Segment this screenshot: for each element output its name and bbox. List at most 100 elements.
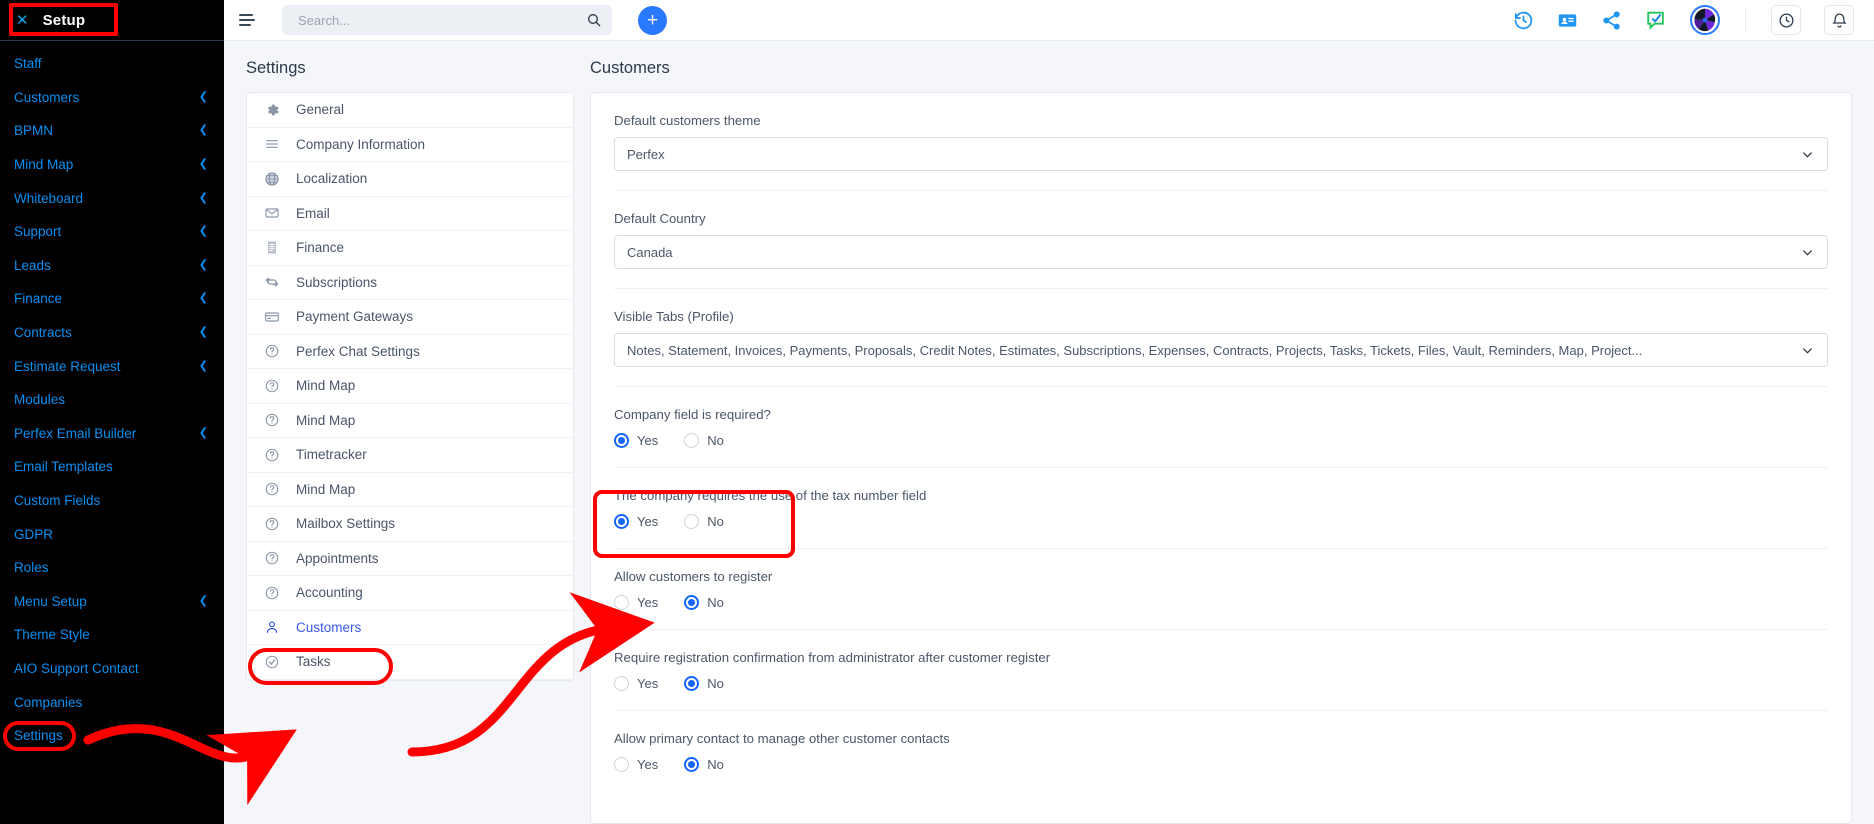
close-icon[interactable]: ✕: [16, 13, 29, 28]
sidebar-item-email-templates[interactable]: Email Templates: [0, 450, 224, 484]
radio-require-registration-confirmation-from-administrator-after-customer-register-yes[interactable]: Yes: [614, 676, 658, 691]
radio-allow-customers-to-register-yes[interactable]: Yes: [614, 595, 658, 610]
settings-item-tasks[interactable]: Tasks: [247, 645, 573, 680]
sidebar-item-aio-support-contact[interactable]: AIO Support Contact: [0, 652, 224, 686]
sidebar-item-modules[interactable]: Modules: [0, 383, 224, 417]
chevron-left-icon[interactable]: ❮: [199, 427, 208, 439]
bell-icon[interactable]: [1824, 5, 1854, 35]
radio-allow-primary-contact-to-manage-other-customer-contacts-yes[interactable]: Yes: [614, 757, 658, 772]
chevron-down-icon[interactable]: [1800, 245, 1815, 260]
chevron-down-icon[interactable]: [1800, 343, 1815, 358]
settings-item-localization[interactable]: Localization: [247, 162, 573, 197]
radio-dot[interactable]: [614, 676, 629, 691]
radio-company-field-is-required-no[interactable]: No: [684, 433, 724, 448]
settings-item-subscriptions[interactable]: Subscriptions: [247, 266, 573, 300]
field-require-registration-confirmation-from-administrator-after-customer-register: Require registration confirmation from a…: [614, 630, 1828, 711]
settings-item-mind-map[interactable]: Mind Map: [247, 404, 573, 438]
radio-allow-customers-to-register-no[interactable]: No: [684, 595, 724, 610]
settings-panel-title: Settings: [246, 59, 306, 77]
chevron-left-icon[interactable]: ❮: [199, 595, 208, 607]
search-icon[interactable]: [586, 12, 602, 28]
sidebar-item-support[interactable]: Support ❮: [0, 215, 224, 249]
radio-allow-primary-contact-to-manage-other-customer-contacts-no[interactable]: No: [684, 757, 724, 772]
settings-item-label: Payment Gateways: [296, 309, 414, 325]
sidebar-item-gdpr[interactable]: GDPR: [0, 517, 224, 551]
select-default-country[interactable]: Canada: [614, 235, 1828, 269]
chevron-left-icon[interactable]: ❮: [199, 226, 208, 237]
settings-item-payment-gateways[interactable]: Payment Gateways: [247, 300, 573, 335]
sidebar-item-estimate-request[interactable]: Estimate Request ❮: [0, 349, 224, 383]
sidebar-title: Setup: [42, 11, 86, 29]
radio-dot[interactable]: [614, 433, 629, 448]
sidebar-item-label: Leads: [14, 257, 51, 273]
sidebar-item-leads[interactable]: Leads ❮: [0, 249, 224, 283]
settings-item-finance[interactable]: Finance: [247, 231, 573, 266]
radio-dot[interactable]: [614, 514, 629, 529]
history-icon[interactable]: [1513, 10, 1534, 31]
sidebar-item-roles[interactable]: Roles: [0, 551, 224, 585]
settings-item-timetracker[interactable]: Timetracker: [247, 438, 573, 473]
field-label: Allow customers to register: [614, 569, 773, 584]
radio-dot[interactable]: [614, 595, 629, 610]
radio-company-field-is-required-yes[interactable]: Yes: [614, 433, 658, 448]
brand-avatar-icon[interactable]: [1690, 5, 1720, 35]
sidebar-item-theme-style[interactable]: Theme Style: [0, 618, 224, 652]
sidebar-item-settings[interactable]: Settings: [0, 719, 224, 753]
search-input[interactable]: [296, 11, 586, 29]
settings-item-mind-map[interactable]: Mind Map: [247, 473, 573, 507]
radio-dot[interactable]: [614, 757, 629, 772]
share-icon[interactable]: [1601, 10, 1622, 31]
radio-dot[interactable]: [684, 757, 700, 772]
search-box[interactable]: [282, 5, 612, 35]
settings-item-perfex-chat-settings[interactable]: Perfex Chat Settings: [247, 335, 573, 369]
chevron-left-icon[interactable]: ❮: [199, 293, 208, 304]
sidebar-item-whiteboard[interactable]: Whiteboard ❮: [0, 181, 224, 215]
sidebar-item-staff[interactable]: Staff: [0, 47, 224, 81]
chevron-left-icon[interactable]: ❮: [199, 327, 208, 338]
chevron-left-icon[interactable]: ❮: [199, 259, 208, 271]
sidebar-item-mind-map[interactable]: Mind Map ❮: [0, 148, 224, 182]
clock-icon[interactable]: [1771, 5, 1801, 35]
chevron-left-icon[interactable]: ❮: [199, 125, 208, 136]
radio-dot[interactable]: [684, 433, 700, 448]
sidebar-nav: Staff Customers ❮ BPMN ❮ Mind Map ❮ Whiteboard ❮…: [0, 41, 224, 752]
contact-card-icon[interactable]: [1557, 10, 1578, 31]
settings-item-mailbox-settings[interactable]: Mailbox Settings: [247, 507, 573, 542]
sidebar-item-contracts[interactable]: Contracts ❮: [0, 316, 224, 350]
settings-item-label: Mailbox Settings: [296, 516, 396, 532]
radio-dot[interactable]: [684, 595, 700, 610]
chevron-down-icon[interactable]: [1800, 147, 1815, 162]
chevron-left-icon[interactable]: ❮: [199, 159, 208, 170]
hamburger-icon[interactable]: [236, 9, 258, 31]
sidebar-item-finance[interactable]: Finance ❮: [0, 282, 224, 316]
settings-item-customers[interactable]: Customers: [247, 611, 573, 645]
question-circle-icon: [263, 584, 280, 601]
radio-label: Yes: [637, 433, 659, 448]
chevron-left-icon[interactable]: ❮: [199, 360, 208, 372]
sidebar-item-custom-fields[interactable]: Custom Fields: [0, 484, 224, 518]
sidebar-item-menu-setup[interactable]: Menu Setup ❮: [0, 585, 224, 619]
sidebar-item-perfex-email-builder[interactable]: Perfex Email Builder ❮: [0, 417, 224, 451]
settings-item-accounting[interactable]: Accounting: [247, 576, 573, 611]
settings-item-appointments[interactable]: Appointments: [247, 542, 573, 576]
field-allow-customers-to-register: Allow customers to register Yes No: [614, 549, 1828, 630]
sidebar-item-customers[interactable]: Customers ❮: [0, 81, 224, 115]
chevron-left-icon[interactable]: ❮: [199, 192, 208, 204]
radio-dot[interactable]: [684, 514, 700, 529]
chevron-left-icon[interactable]: ❮: [199, 91, 208, 103]
field-label: Company field is required?: [614, 407, 771, 422]
sidebar-item-companies[interactable]: Companies: [0, 685, 224, 719]
select-default-customers-theme[interactable]: Perfex: [614, 137, 1828, 171]
add-new-button[interactable]: +: [638, 5, 667, 35]
radio-require-registration-confirmation-from-administrator-after-customer-register-no[interactable]: No: [684, 676, 724, 691]
radio-the-company-requires-the-use-of-the-tax-number-field-yes[interactable]: Yes: [614, 514, 658, 529]
radio-the-company-requires-the-use-of-the-tax-number-field-no[interactable]: No: [684, 514, 724, 529]
settings-item-email[interactable]: Email: [247, 197, 573, 231]
settings-item-general[interactable]: General: [247, 93, 573, 128]
sidebar-item-bpmn[interactable]: BPMN ❮: [0, 114, 224, 148]
settings-item-mind-map[interactable]: Mind Map: [247, 369, 573, 404]
settings-item-company-information[interactable]: Company Information: [247, 128, 573, 162]
radio-dot[interactable]: [684, 676, 700, 691]
chat-check-icon[interactable]: [1645, 9, 1667, 31]
select-visible-tabs-profile[interactable]: Notes, Statement, Invoices, Payments, Pr…: [614, 333, 1828, 367]
